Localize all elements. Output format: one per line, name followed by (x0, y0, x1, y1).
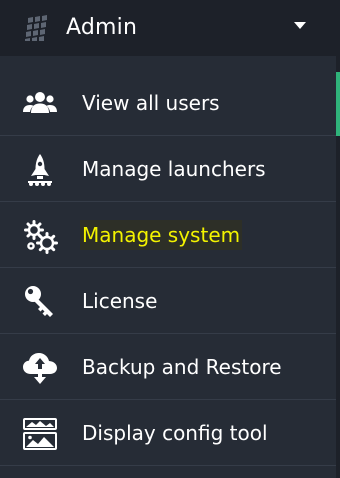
menu-item-manage-system[interactable]: Manage system (0, 202, 336, 268)
menu-item-label: Backup and Restore (82, 355, 282, 379)
display-config-icon (23, 418, 57, 450)
cloud-upload-download-icon (23, 353, 57, 384)
building-icon (25, 15, 47, 41)
scrollbar[interactable] (336, 0, 340, 478)
menu-item-backup-and-restore[interactable]: Backup and Restore (0, 334, 336, 400)
rocket-icon (28, 154, 52, 186)
gears-icon (24, 220, 58, 254)
menu-item-label: License (82, 289, 158, 313)
admin-menu: View all users Manage launchers Manage s… (0, 70, 336, 466)
menu-item-view-all-users[interactable]: View all users (0, 70, 336, 136)
header-gap (0, 56, 336, 70)
header-title: Admin (66, 15, 138, 40)
menu-item-label: View all users (82, 91, 220, 115)
scrollbar-thumb[interactable] (336, 72, 340, 136)
menu-item-license[interactable]: License (0, 268, 336, 334)
menu-item-label: Manage launchers (82, 157, 266, 181)
key-icon (25, 286, 53, 317)
admin-header[interactable]: Admin (0, 0, 336, 56)
chevron-down-icon[interactable] (294, 22, 306, 29)
menu-item-display-config-tool[interactable]: Display config tool (0, 400, 336, 466)
admin-sidebar: Admin View all users Manage launchers Ma… (0, 0, 340, 478)
menu-item-label: Display config tool (82, 421, 268, 445)
menu-item-label: Manage system (80, 220, 243, 250)
users-icon (23, 92, 57, 113)
menu-item-manage-launchers[interactable]: Manage launchers (0, 136, 336, 202)
